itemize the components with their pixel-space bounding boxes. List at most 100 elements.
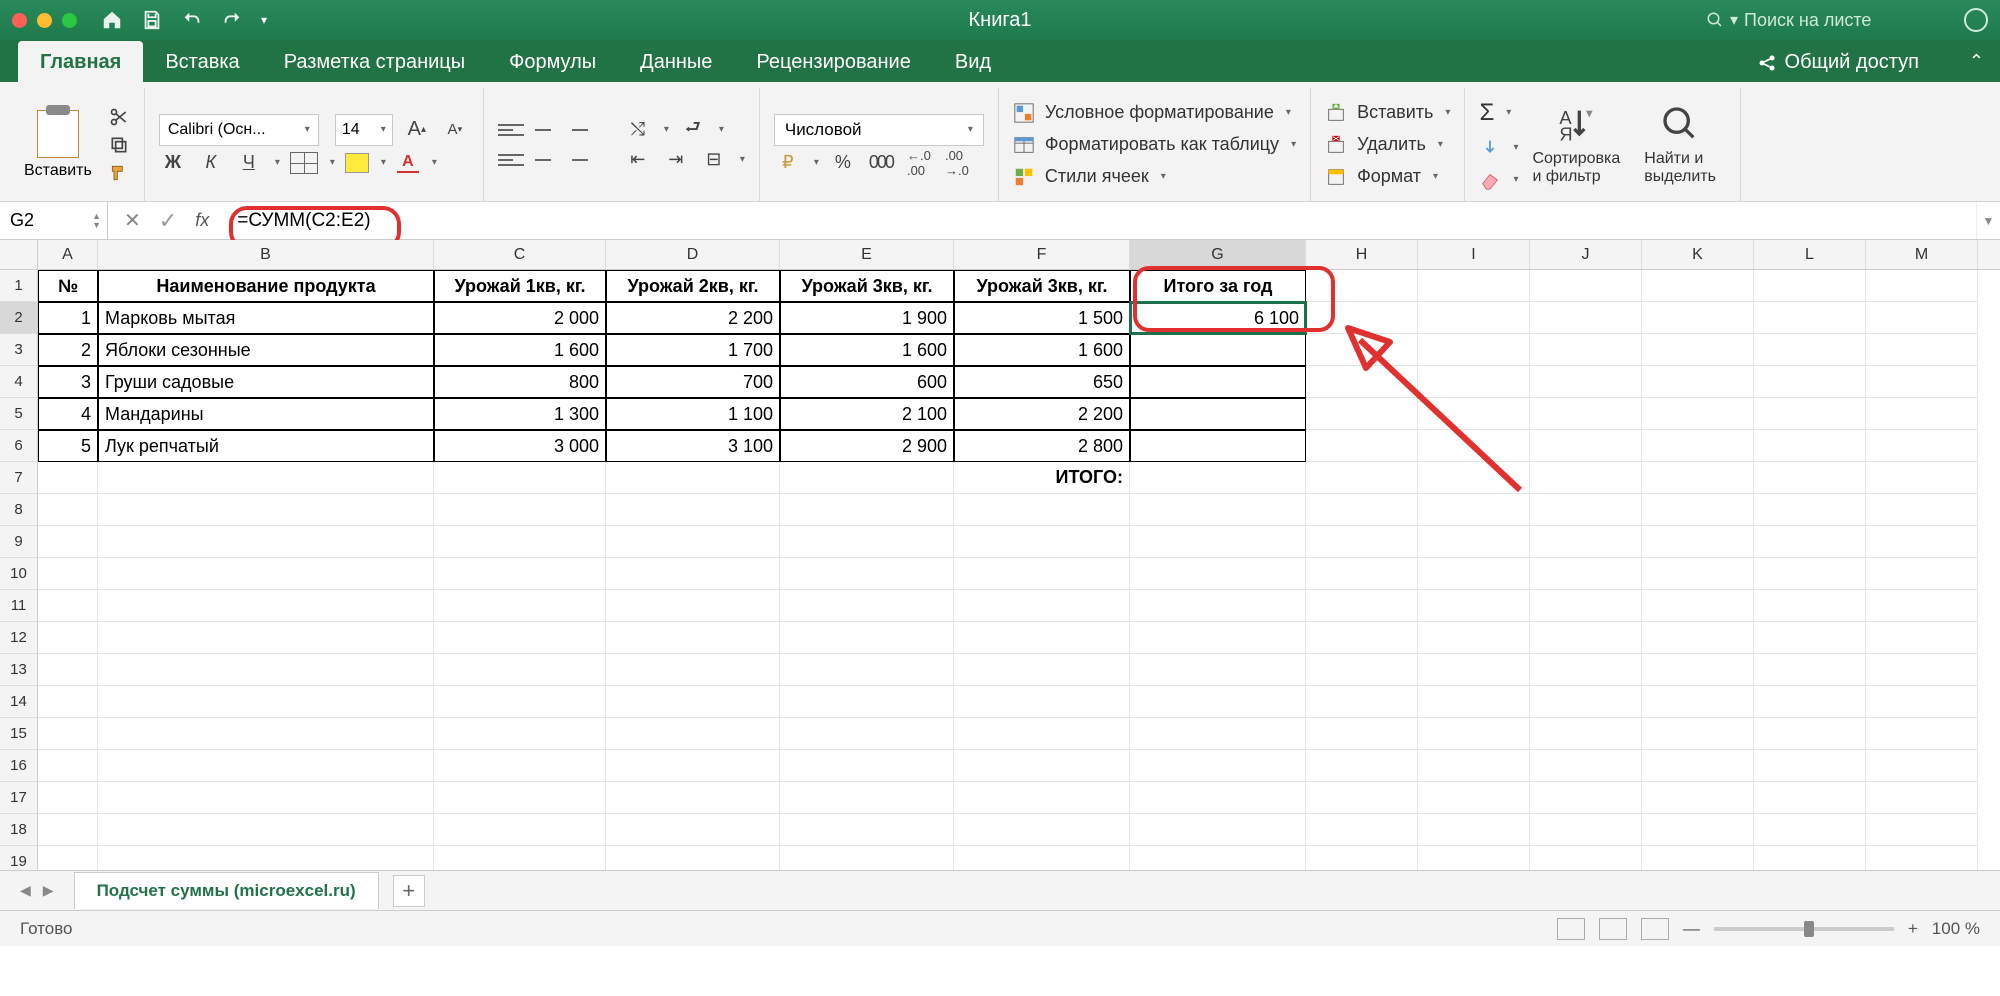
collapse-ribbon-button[interactable]: ⌃ (1969, 51, 1984, 82)
find-select-button[interactable]: Найти ивыделить (1634, 104, 1726, 186)
cell[interactable] (1418, 494, 1530, 526)
cell[interactable] (954, 686, 1130, 718)
cell[interactable]: Наименование продукта (98, 270, 434, 302)
cell[interactable] (1754, 558, 1866, 590)
cell[interactable] (1306, 270, 1418, 302)
cell[interactable] (1306, 750, 1418, 782)
cell[interactable] (1306, 430, 1418, 462)
cell[interactable] (606, 782, 780, 814)
row-header[interactable]: 5 (0, 398, 38, 430)
select-all-button[interactable] (0, 240, 38, 269)
cell[interactable]: 2 000 (434, 302, 606, 334)
format-painter-icon[interactable] (108, 163, 130, 183)
row-header[interactable]: 3 (0, 334, 38, 366)
cell[interactable]: 1 700 (606, 334, 780, 366)
cell[interactable]: 800 (434, 366, 606, 398)
cell[interactable] (434, 654, 606, 686)
orientation-button[interactable]: ⤭ (624, 117, 652, 143)
cell[interactable] (38, 622, 98, 654)
cell[interactable]: 2 100 (780, 398, 954, 430)
cell[interactable] (98, 846, 434, 870)
cell[interactable] (606, 686, 780, 718)
format-as-table-button[interactable]: Форматировать как таблицу▾ (1013, 134, 1296, 156)
cell[interactable] (1866, 366, 1978, 398)
cell[interactable] (780, 750, 954, 782)
row-header[interactable]: 1 (0, 270, 38, 302)
format-cells-button[interactable]: Формат▾ (1325, 166, 1450, 188)
tab-formulas[interactable]: Формулы (487, 41, 618, 82)
cell[interactable]: 1 600 (780, 334, 954, 366)
cell[interactable] (1306, 814, 1418, 846)
cell[interactable] (1306, 302, 1418, 334)
cell[interactable] (1754, 270, 1866, 302)
cell[interactable] (1130, 494, 1306, 526)
cell[interactable] (1754, 814, 1866, 846)
save-icon[interactable] (141, 9, 163, 31)
cell[interactable]: Урожай 2кв, кг. (606, 270, 780, 302)
cell[interactable] (1530, 846, 1642, 870)
cell[interactable] (1754, 622, 1866, 654)
fx-icon[interactable]: fx (195, 210, 209, 231)
cell[interactable] (1866, 814, 1978, 846)
cell[interactable] (1530, 782, 1642, 814)
cell[interactable] (606, 846, 780, 870)
cell[interactable] (1130, 750, 1306, 782)
decrease-indent-button[interactable]: ⇤ (624, 147, 652, 173)
cell[interactable] (1642, 302, 1754, 334)
cell[interactable]: 6 100 (1130, 302, 1306, 334)
add-sheet-button[interactable]: + (393, 875, 425, 907)
cell[interactable] (38, 590, 98, 622)
cell[interactable] (1306, 654, 1418, 686)
cell[interactable] (434, 526, 606, 558)
row-header[interactable]: 9 (0, 526, 38, 558)
sheet-nav-next[interactable]: ▶ (43, 882, 54, 899)
cell[interactable] (1530, 334, 1642, 366)
cell[interactable] (38, 846, 98, 870)
cell[interactable] (1530, 654, 1642, 686)
cell[interactable] (1754, 654, 1866, 686)
col-header-I[interactable]: I (1418, 240, 1530, 269)
row-header[interactable]: 17 (0, 782, 38, 814)
increase-decimal-button[interactable]: ←.0.00 (905, 150, 933, 176)
cell[interactable] (1306, 622, 1418, 654)
cell[interactable] (1530, 526, 1642, 558)
sheet-nav-prev[interactable]: ◀ (20, 882, 31, 899)
cell[interactable] (1418, 622, 1530, 654)
cell[interactable]: 3 000 (434, 430, 606, 462)
cell[interactable] (1306, 782, 1418, 814)
cell[interactable]: 2 200 (606, 302, 780, 334)
align-left-button[interactable] (498, 150, 524, 170)
sheet-tab-active[interactable]: Подсчет суммы (microexcel.ru) (74, 872, 379, 909)
cell[interactable] (1642, 398, 1754, 430)
cell[interactable] (1754, 526, 1866, 558)
zoom-in-button[interactable]: + (1908, 919, 1918, 939)
cell[interactable] (1418, 430, 1530, 462)
cell[interactable] (780, 462, 954, 494)
cell[interactable] (434, 814, 606, 846)
cell[interactable] (38, 718, 98, 750)
cell[interactable] (98, 686, 434, 718)
font-name-select[interactable]: Calibri (Осн...▾ (159, 114, 319, 146)
zoom-slider[interactable] (1714, 927, 1894, 931)
cell[interactable] (1306, 398, 1418, 430)
cell[interactable] (1418, 750, 1530, 782)
cell[interactable] (1418, 782, 1530, 814)
cell[interactable] (1642, 718, 1754, 750)
cell[interactable]: Яблоки сезонные (98, 334, 434, 366)
cell[interactable] (954, 558, 1130, 590)
cell[interactable] (1130, 462, 1306, 494)
cell[interactable] (1306, 590, 1418, 622)
row-header[interactable]: 10 (0, 558, 38, 590)
cell[interactable] (98, 526, 434, 558)
tab-insert[interactable]: Вставка (143, 41, 261, 82)
cell[interactable] (1866, 718, 1978, 750)
row-header[interactable]: 2 (0, 302, 38, 334)
cell[interactable] (1306, 718, 1418, 750)
maximize-window-button[interactable] (62, 13, 77, 28)
row-header[interactable]: 8 (0, 494, 38, 526)
cell[interactable] (1866, 430, 1978, 462)
cell[interactable] (954, 622, 1130, 654)
share-button[interactable]: Общий доступ (1757, 51, 1919, 82)
cell[interactable] (38, 558, 98, 590)
cell[interactable] (1306, 334, 1418, 366)
